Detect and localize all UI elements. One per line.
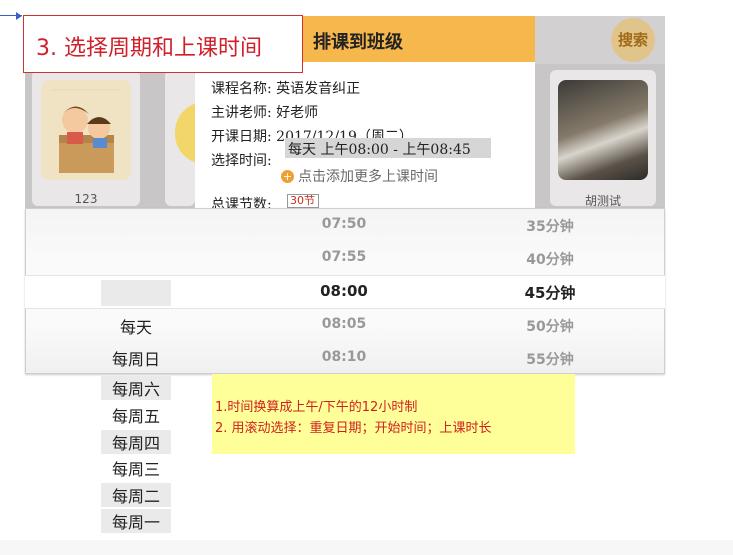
add-more-time-link[interactable]: + 点击添加更多上课时间 <box>281 166 438 186</box>
picker-duration-option[interactable]: 50分钟 <box>500 316 600 336</box>
course-card-caption: 胡测试 <box>584 194 621 208</box>
picker-duration-selected[interactable]: 45分钟 <box>500 282 600 303</box>
picker-duration-option[interactable]: 35分钟 <box>500 216 600 236</box>
add-more-label: 点击添加更多上课时间 <box>298 169 438 185</box>
repeat-option[interactable]: 每周四 <box>101 430 171 454</box>
plus-circle-icon: + <box>281 170 294 183</box>
course-card[interactable]: 胡测试 <box>550 70 656 208</box>
picker-duration-option[interactable]: 55分钟 <box>500 349 600 369</box>
picker-time-option[interactable]: 07:50 <box>294 216 394 232</box>
course-thumbnail <box>558 80 648 180</box>
note-line: 2. 用滚动选择：重复日期；开始时间；上课时长 <box>215 421 492 436</box>
repeat-option[interactable]: 每周二 <box>101 483 171 507</box>
annotation-arrow-head <box>16 12 22 20</box>
picker-time-option[interactable]: 08:10 <box>294 349 394 365</box>
bottom-band <box>0 540 733 555</box>
repeat-option[interactable]: 每周三 <box>101 456 171 480</box>
selected-time-chip[interactable]: 每天 上午08:00 - 上午08:45 <box>285 138 491 158</box>
select-time-label: 选择时间: <box>211 153 272 169</box>
course-name-field: 课程名称: 英语发音纠正 <box>211 81 361 97</box>
picker-time-option[interactable]: 07:55 <box>294 249 394 265</box>
selected-time-text: 每天 上午08:00 - 上午08:45 <box>288 142 471 158</box>
search-button[interactable]: 搜索 <box>611 18 655 62</box>
repeat-option[interactable]: 每周五 <box>101 403 171 427</box>
picker-duration-option[interactable]: 40分钟 <box>500 249 600 269</box>
repeat-option[interactable]: 每周六 <box>101 376 171 400</box>
total-lessons-input[interactable]: 30节 <box>287 194 319 208</box>
annotation-step-title: 3. 选择周期和上课时间 <box>36 36 262 61</box>
annotation-note: 1.时间换算成上午/下午的12小时制 2. 用滚动选择：重复日期；开始时间；上课… <box>212 374 575 454</box>
repeat-column-selected-slot[interactable] <box>101 280 171 306</box>
note-line: 1.时间换算成上午/下午的12小时制 <box>215 400 418 415</box>
course-thumbnail <box>41 80 131 180</box>
annotation-step-box: 3. 选择周期和上课时间 <box>23 15 303 73</box>
course-card[interactable] <box>165 70 205 206</box>
course-card[interactable]: 123 <box>32 70 140 206</box>
teacher-field: 主讲老师: 好老师 <box>211 105 319 121</box>
picker-time-option[interactable]: 08:05 <box>294 316 394 332</box>
course-card-caption: 123 <box>74 192 98 206</box>
repeat-option[interactable]: 每周日 <box>101 346 171 370</box>
repeat-option[interactable]: 每周一 <box>101 509 171 533</box>
repeat-option[interactable]: 每天 <box>101 314 171 338</box>
dialog-title: 排课到班级 <box>313 32 403 53</box>
picker-time-selected[interactable]: 08:00 <box>294 282 394 300</box>
